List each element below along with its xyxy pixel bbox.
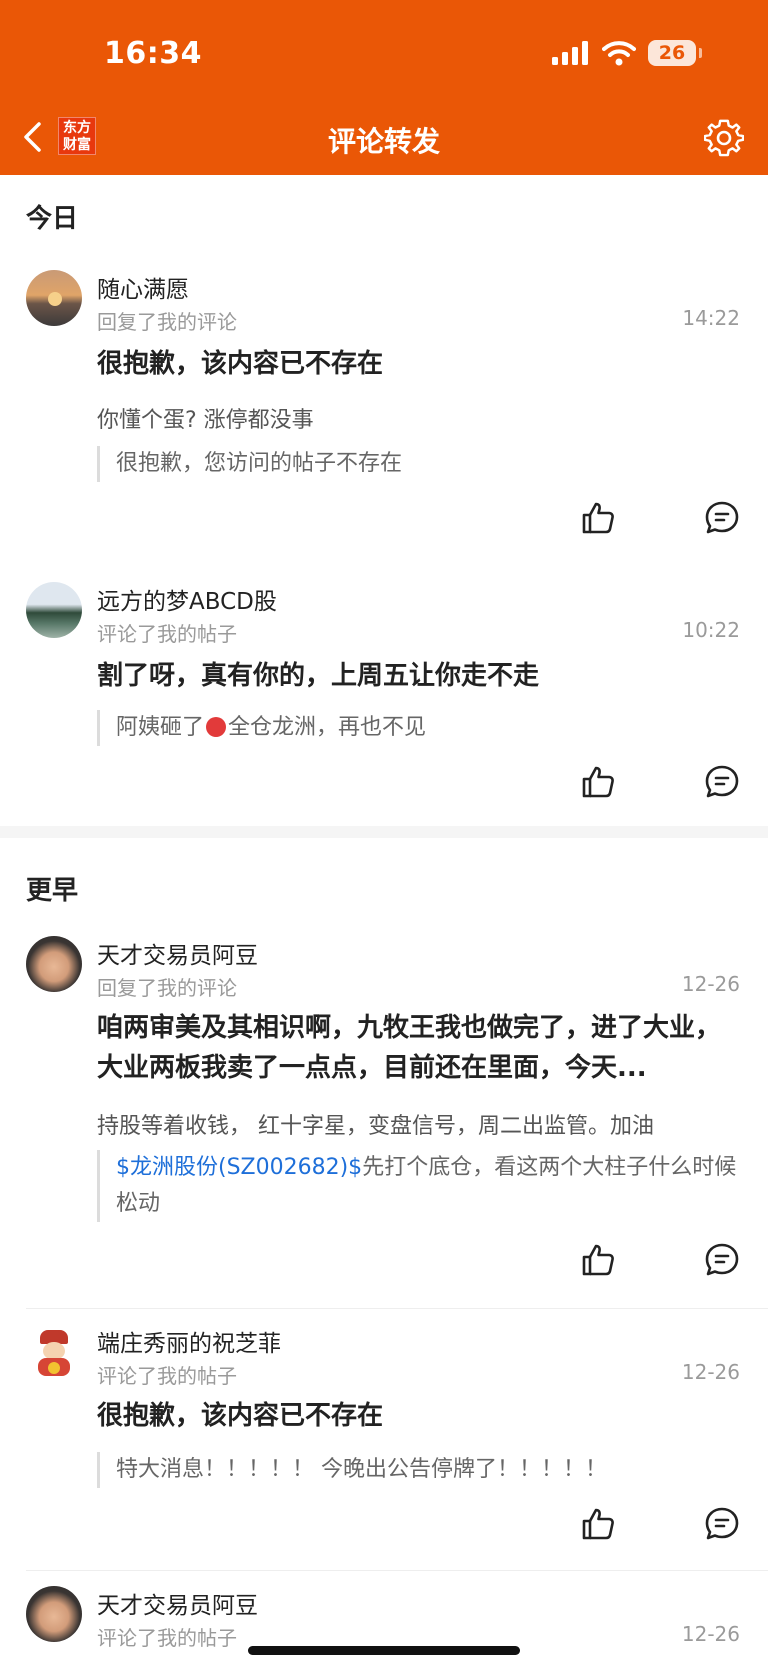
comment-button[interactable]: [704, 1242, 740, 1278]
comment-icon: [705, 765, 739, 798]
comment-icon: [705, 1507, 739, 1540]
item-separator: [26, 1308, 768, 1309]
status-time: 16:34: [104, 36, 202, 71]
like-button[interactable]: [580, 764, 616, 800]
settings-button[interactable]: [703, 118, 745, 158]
like-button[interactable]: [580, 500, 616, 536]
avatar[interactable]: [26, 936, 82, 992]
thumbs-up-icon: [582, 1508, 614, 1540]
timestamp: 12-26: [681, 972, 740, 996]
comment-button[interactable]: [704, 764, 740, 800]
action-text: 回复了我的评论: [97, 310, 237, 334]
like-button[interactable]: [580, 1242, 616, 1278]
comment-content[interactable]: 割了呀，真有你的，上周五让你走不走: [97, 656, 737, 696]
comment-content[interactable]: 很抱歉，该内容已不存在: [97, 1396, 737, 1436]
item-separator: [26, 1570, 768, 1571]
quoted-text[interactable]: 阿姨砸了 全仓龙洲，再也不见: [97, 710, 737, 746]
gear-icon: [703, 119, 745, 157]
avatar[interactable]: [26, 270, 82, 326]
quote-text-before: 阿姨砸了: [116, 715, 205, 740]
comment-content[interactable]: 咱两审美及其相识啊，九牧王我也做完了，进了大业，大业两板我卖了一点点，目前还在里…: [97, 1008, 737, 1088]
user-name[interactable]: 远方的梦ABCD股: [97, 582, 277, 616]
comment-icon: [705, 501, 739, 534]
app-header: 16:34 26 东方 财富 评论转发: [0, 0, 768, 175]
comment-icon: [705, 1243, 739, 1276]
avatar[interactable]: [26, 582, 82, 638]
battery-indicator: 26: [648, 40, 702, 66]
wifi-icon: [602, 41, 636, 66]
section-divider: [0, 826, 768, 838]
notification-item[interactable]: 天才交易员阿豆 回复了我的评论 12-26 咱两审美及其相识啊，九牧王我也做完了…: [0, 936, 768, 1286]
thumbs-up-icon: [582, 502, 614, 534]
avatar[interactable]: [26, 1586, 82, 1642]
user-name[interactable]: 天才交易员阿豆: [97, 936, 258, 970]
comment-button[interactable]: [704, 1506, 740, 1542]
angry-emoji-icon: [206, 717, 227, 737]
action-text: 评论了我的帖子: [97, 1626, 237, 1650]
section-title-earlier: 更早: [26, 876, 79, 906]
comment-content[interactable]: 很抱歉，该内容已不存在: [97, 344, 737, 384]
status-icons: 26: [552, 40, 702, 66]
quoted-text[interactable]: 很抱歉，您访问的帖子不存在: [97, 446, 737, 482]
quoted-text[interactable]: 特大消息！！！！！ 今晚出公告停牌了！！！！！: [97, 1452, 737, 1488]
timestamp: 12-26: [681, 1360, 740, 1384]
thumbs-up-icon: [582, 766, 614, 798]
timestamp: 12-26: [681, 1622, 740, 1646]
notification-item[interactable]: 端庄秀丽的祝芝菲 评论了我的帖子 12-26 很抱歉，该内容已不存在 特大消息！…: [0, 1324, 768, 1548]
quote-text-after: 全仓龙洲，再也不见: [228, 715, 427, 740]
action-text: 评论了我的帖子: [97, 622, 237, 646]
timestamp: 10:22: [682, 618, 740, 642]
user-name[interactable]: 随心满愿: [97, 270, 189, 304]
home-indicator[interactable]: [248, 1646, 520, 1655]
like-button[interactable]: [580, 1506, 616, 1542]
reply-text[interactable]: 你懂个蛋? 涨停都没事: [97, 402, 737, 434]
timestamp: 14:22: [682, 306, 740, 330]
action-text: 评论了我的帖子: [97, 1364, 237, 1388]
page-title: 评论转发: [327, 125, 440, 158]
reply-text[interactable]: 持股等着收钱， 红十字星，变盘信号，周二出监管。加油: [97, 1108, 737, 1140]
stock-link[interactable]: $龙洲股份(SZ002682)$: [116, 1155, 362, 1180]
notification-item[interactable]: 远方的梦ABCD股 评论了我的帖子 10:22 割了呀，真有你的，上周五让你走不…: [0, 582, 768, 802]
user-name[interactable]: 天才交易员阿豆: [97, 1586, 258, 1620]
quoted-text[interactable]: $龙洲股份(SZ002682)$先打个底仓，看这两个大柱子什么时候松动: [97, 1150, 737, 1222]
action-text: 回复了我的评论: [97, 976, 237, 1000]
notification-item[interactable]: 随心满愿 回复了我的评论 14:22 很抱歉，该内容已不存在 你懂个蛋? 涨停都…: [0, 270, 768, 540]
section-title-today: 今日: [26, 204, 79, 234]
thumbs-up-icon: [582, 1244, 614, 1276]
notification-item[interactable]: 天才交易员阿豆 评论了我的帖子 12-26: [0, 1586, 768, 1669]
user-name[interactable]: 端庄秀丽的祝芝菲: [97, 1324, 281, 1358]
comment-button[interactable]: [704, 500, 740, 536]
avatar[interactable]: [26, 1324, 82, 1380]
signal-icon: [552, 41, 588, 65]
